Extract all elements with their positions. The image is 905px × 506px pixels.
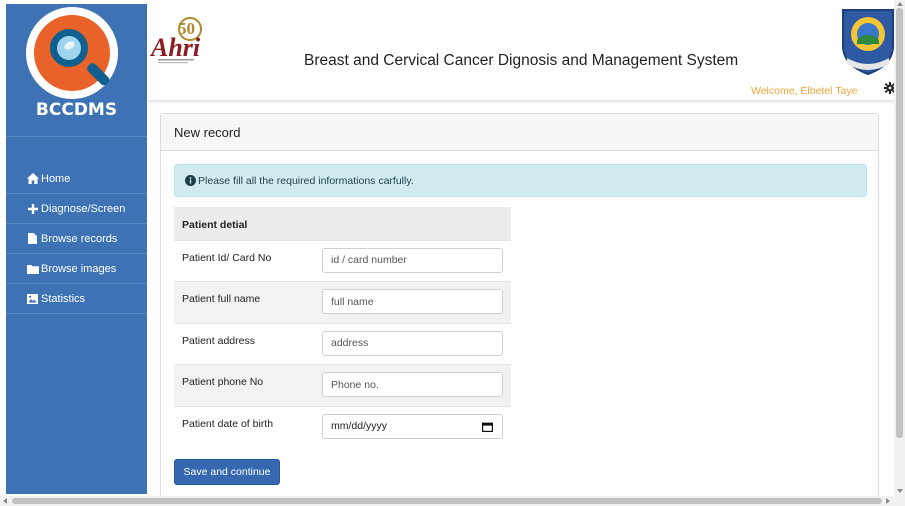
scroll-left-arrow-icon[interactable] [3, 498, 7, 504]
file-icon [26, 233, 39, 244]
phone-input[interactable] [322, 372, 503, 397]
svg-text:Ahri: Ahri [150, 33, 201, 62]
divider [6, 136, 147, 137]
field-label: Patient Id/ Card No [174, 239, 314, 282]
welcome-text: Welcome, Elbetel Taye [751, 85, 858, 97]
horizontal-scroll-thumb[interactable] [12, 498, 882, 504]
scroll-up-arrow-icon[interactable] [897, 2, 903, 6]
sidebar-item-label: Statistics [41, 292, 86, 305]
sidebar-item-browse-records[interactable]: Browse records [6, 224, 147, 254]
sidebar-item-label: Diagnose/Screen [41, 202, 126, 215]
sidebar-item-label: Browse records [41, 232, 118, 245]
table-header: Patient detial [174, 207, 511, 240]
vertical-scroll-thumb[interactable] [896, 8, 903, 438]
sidebar-item-browse-images[interactable]: Browse images [6, 254, 147, 284]
info-alert: Please fill all the required information… [174, 164, 867, 197]
magnifier-handle [85, 61, 111, 87]
field-label: Patient date of birth [174, 405, 314, 448]
info-icon [185, 175, 196, 186]
field-label: Patient full name [174, 281, 314, 323]
table-row: Patient Id/ Card No [174, 239, 511, 282]
alert-text: Please fill all the required information… [198, 174, 414, 187]
card-title: New record [161, 114, 878, 151]
sidebar-item-label: Home [41, 172, 71, 185]
save-and-continue-button[interactable]: Save and continue [174, 459, 280, 485]
sidebar-nav: Home Diagnose/Screen Browse records Brow… [6, 164, 147, 314]
full-name-input[interactable] [322, 289, 503, 314]
plus-icon [26, 203, 39, 214]
date-placeholder: mm/dd/yyyy [331, 420, 388, 432]
page-title: Breast and Cervical Cancer Dignosis and … [304, 52, 739, 69]
horizontal-scrollbar[interactable] [0, 496, 905, 506]
table-row: Patient date of birth mm/dd/yyyy [174, 405, 511, 448]
image-icon [26, 293, 39, 304]
home-icon [26, 173, 39, 184]
date-of-birth-input[interactable]: mm/dd/yyyy [322, 413, 503, 439]
sidebar-item-diagnose[interactable]: Diagnose/Screen [6, 194, 147, 224]
scroll-down-arrow-icon[interactable] [897, 489, 903, 493]
table-row: Patient full name [174, 281, 511, 323]
scroll-right-arrow-icon[interactable] [886, 498, 890, 504]
table-row: Patient address [174, 322, 511, 365]
patient-form-table: Patient detial Patient Id/ Card No Patie… [174, 207, 511, 448]
new-record-card: New record Please fill all the required … [160, 113, 879, 503]
top-header: 50 Ahri Breast and Cervical Cancer Digno… [147, 4, 905, 100]
vertical-scrollbar[interactable] [894, 0, 905, 496]
ahri-logo: 50 Ahri [150, 17, 202, 64]
brand-name: BCCDMS [35, 100, 118, 120]
sidebar-item-label: Browse images [41, 262, 117, 275]
sidebar-item-statistics[interactable]: Statistics [6, 284, 147, 314]
app-root: { "sidebar": { "brand": "BCCDMS", "items… [0, 0, 905, 506]
sidebar-item-home[interactable]: Home [6, 164, 147, 194]
university-seal-icon [842, 9, 894, 76]
field-label: Patient phone No [174, 364, 314, 406]
calendar-icon[interactable] [482, 422, 493, 432]
folder-icon [26, 263, 39, 274]
app-logo [26, 7, 118, 99]
address-input[interactable] [322, 330, 503, 356]
logo-ring [34, 15, 111, 91]
field-label: Patient address [174, 322, 314, 365]
magnifier-icon [50, 29, 88, 67]
table-row: Patient phone No [174, 364, 511, 406]
patient-id-input[interactable] [322, 247, 503, 273]
sidebar: BCCDMS Home Diagnose/Screen Browse recor… [6, 4, 147, 494]
